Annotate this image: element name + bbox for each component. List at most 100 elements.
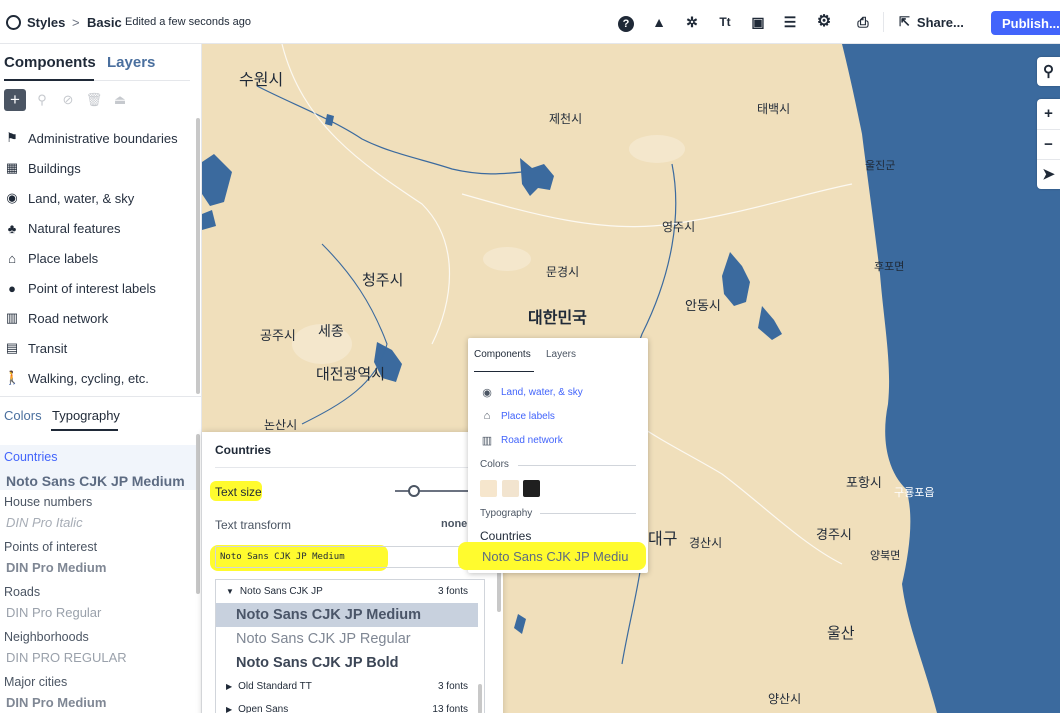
color-swatch-2[interactable] (502, 480, 519, 497)
chungju-lake (520, 158, 554, 196)
zoom-out-button[interactable]: − (1037, 129, 1060, 159)
components-scrollbar[interactable] (196, 118, 200, 394)
bottom-strip (0, 713, 1060, 721)
typography-row-house-numbers[interactable]: House numbers DIN Pro Italic (0, 490, 196, 535)
add-component-button[interactable]: + (4, 89, 26, 111)
map-label-daejeon: 대전광역시 (316, 365, 386, 383)
text-transform-value[interactable]: none (441, 518, 467, 530)
popup-tab-components[interactable]: Components (474, 349, 531, 360)
popup-item-land-water-sky[interactable]: ◉ Land, water, & sky (480, 383, 583, 401)
typography-label: Countries (4, 450, 58, 464)
font-group-name: Noto Sans CJK JP (239, 585, 323, 597)
font-option-regular[interactable]: Noto Sans CJK JP Regular (216, 627, 478, 651)
images-icon[interactable]: ▣ (749, 13, 767, 31)
component-land-water-sky[interactable]: ◉ Land, water, & sky (4, 183, 134, 213)
text-size-slider-track[interactable] (395, 490, 475, 492)
component-road-network[interactable]: ▥ Road network (4, 303, 108, 333)
typography-row-major-cities[interactable]: Major cities DIN Pro Medium (0, 670, 196, 715)
map-label-gongju: 공주시 (260, 329, 296, 344)
west-bay-water (202, 154, 232, 206)
map-label-gyeongsan: 경산시 (689, 536, 723, 550)
styles-label: Styles (27, 14, 66, 30)
component-label: Place labels (28, 250, 99, 266)
top-bar: Styles > Basic Edited a few seconds ago … (0, 0, 1060, 44)
help-icon[interactable]: ? (617, 13, 635, 32)
typography-icon[interactable]: Tt (716, 13, 734, 31)
settings-gear-icon[interactable]: ⚙ (815, 13, 833, 31)
globe-icon: ◉ (482, 386, 492, 399)
map-label-andong: 안동시 (685, 299, 721, 314)
panel-title: Countries (215, 443, 272, 457)
share-button[interactable]: ⇱ Share... (899, 0, 964, 44)
styles-link[interactable]: Styles (6, 0, 65, 44)
component-transit[interactable]: ▤ Transit (4, 333, 67, 363)
map-label-nonsan: 논산시 (264, 418, 298, 432)
font-search-input[interactable]: Noto Sans CJK JP Medium (215, 546, 485, 568)
popup-item-label: Land, water, & sky (501, 386, 583, 398)
toolbar-divider (883, 12, 884, 32)
small-lake-2 (514, 614, 526, 634)
tab-colors[interactable]: Colors (4, 408, 42, 423)
zoom-in-button[interactable]: + (1037, 99, 1060, 129)
caret-right-icon: ▶ (226, 681, 233, 691)
typography-row-roads[interactable]: Roads DIN Pro Regular (0, 580, 196, 625)
component-natural-features[interactable]: ♣ Natural features (4, 213, 121, 243)
mapbox-logo-icon (6, 14, 21, 30)
tab-components[interactable]: Components (4, 54, 96, 71)
dropdown-scrollbar[interactable] (478, 684, 482, 714)
color-swatch-3[interactable] (523, 480, 540, 497)
typography-font: DIN Pro Italic (6, 515, 83, 530)
color-swatch-1[interactable] (480, 480, 497, 497)
layers-panel-icon[interactable]: ☰ (781, 13, 799, 31)
component-walking-cycling[interactable]: 🚶 Walking, cycling, etc. (4, 363, 149, 393)
component-place-labels[interactable]: ⌂ Place labels (4, 243, 98, 273)
map-label-mungyeong: 문경시 (546, 265, 580, 279)
component-poi-labels[interactable]: ● Point of interest labels (4, 273, 156, 303)
compass-button[interactable]: ➤ (1037, 159, 1060, 189)
popup-item-road-network[interactable]: ▥ Road network (480, 431, 563, 449)
font-group-name: Old Standard TT (238, 680, 312, 692)
terrain-icon[interactable]: ▲ (650, 13, 668, 31)
map-label-hupo: 후포면 (874, 260, 905, 273)
edit-status: Edited a few seconds ago (125, 16, 251, 28)
popup-selected-label[interactable]: Countries (480, 529, 531, 543)
popup-item-place-labels[interactable]: ⌂ Place labels (480, 407, 555, 425)
han-river (256, 85, 523, 175)
font-option-medium[interactable]: Noto Sans CJK JP Medium (216, 603, 478, 627)
countries-property-panel: Countries Text size Text transform none … (202, 432, 503, 721)
font-group-old-standard[interactable]: ▶ Old Standard TT 3 fonts (216, 675, 478, 697)
component-buildings[interactable]: ▦ Buildings (4, 153, 81, 183)
active-tab-indicator (51, 429, 118, 431)
popup-selected-font[interactable]: Noto Sans CJK JP Mediu (482, 549, 646, 564)
tab-typography[interactable]: Typography (52, 408, 120, 423)
poi-pin-icon: ● (8, 280, 16, 296)
eject-icon[interactable]: ⏏ (110, 92, 130, 108)
typography-row-points-of-interest[interactable]: Points of interest DIN Pro Medium (0, 535, 196, 580)
hide-icon[interactable]: ⊘ (58, 92, 78, 108)
publish-button[interactable]: Publish... (991, 11, 1060, 35)
debug-icon[interactable]: ✲ (683, 13, 701, 31)
tab-layers[interactable]: Layers (107, 54, 155, 71)
map-search-button[interactable]: ⚲ (1037, 57, 1060, 86)
map-label-yangbuk: 양북면 (870, 549, 901, 562)
map-label-taebaek: 태백시 (757, 102, 791, 116)
imha-lake (758, 306, 782, 340)
component-administrative-boundaries[interactable]: ⚑ Administrative boundaries (4, 123, 177, 153)
search-icon: ⚲ (1043, 63, 1054, 80)
find-icon[interactable]: ⚲ (32, 92, 52, 108)
typography-row-neighborhoods[interactable]: Neighborhoods DIN PRO REGULAR (0, 625, 196, 670)
typography-scrollbar[interactable] (196, 434, 200, 594)
place-label-icon: ⌂ (483, 410, 491, 422)
font-option-bold[interactable]: Noto Sans CJK JP Bold (216, 651, 478, 675)
style-name[interactable]: Basic (87, 0, 122, 44)
delete-icon[interactable]: 🗑 (84, 92, 104, 108)
popup-tab-layers[interactable]: Layers (546, 349, 576, 360)
map-label-yeongju: 영주시 (662, 220, 696, 234)
text-size-slider-handle[interactable] (408, 485, 420, 497)
font-group-noto[interactable]: ▼ Noto Sans CJK JP 3 fonts (216, 580, 478, 602)
east-sea (842, 44, 1060, 713)
text-size-label: Text size (215, 485, 262, 499)
print-icon[interactable]: ⎙ (854, 13, 872, 31)
map-label-jecheon: 제천시 (549, 112, 583, 126)
typography-row-countries[interactable]: Countries Noto Sans CJK JP Medium (0, 445, 196, 490)
